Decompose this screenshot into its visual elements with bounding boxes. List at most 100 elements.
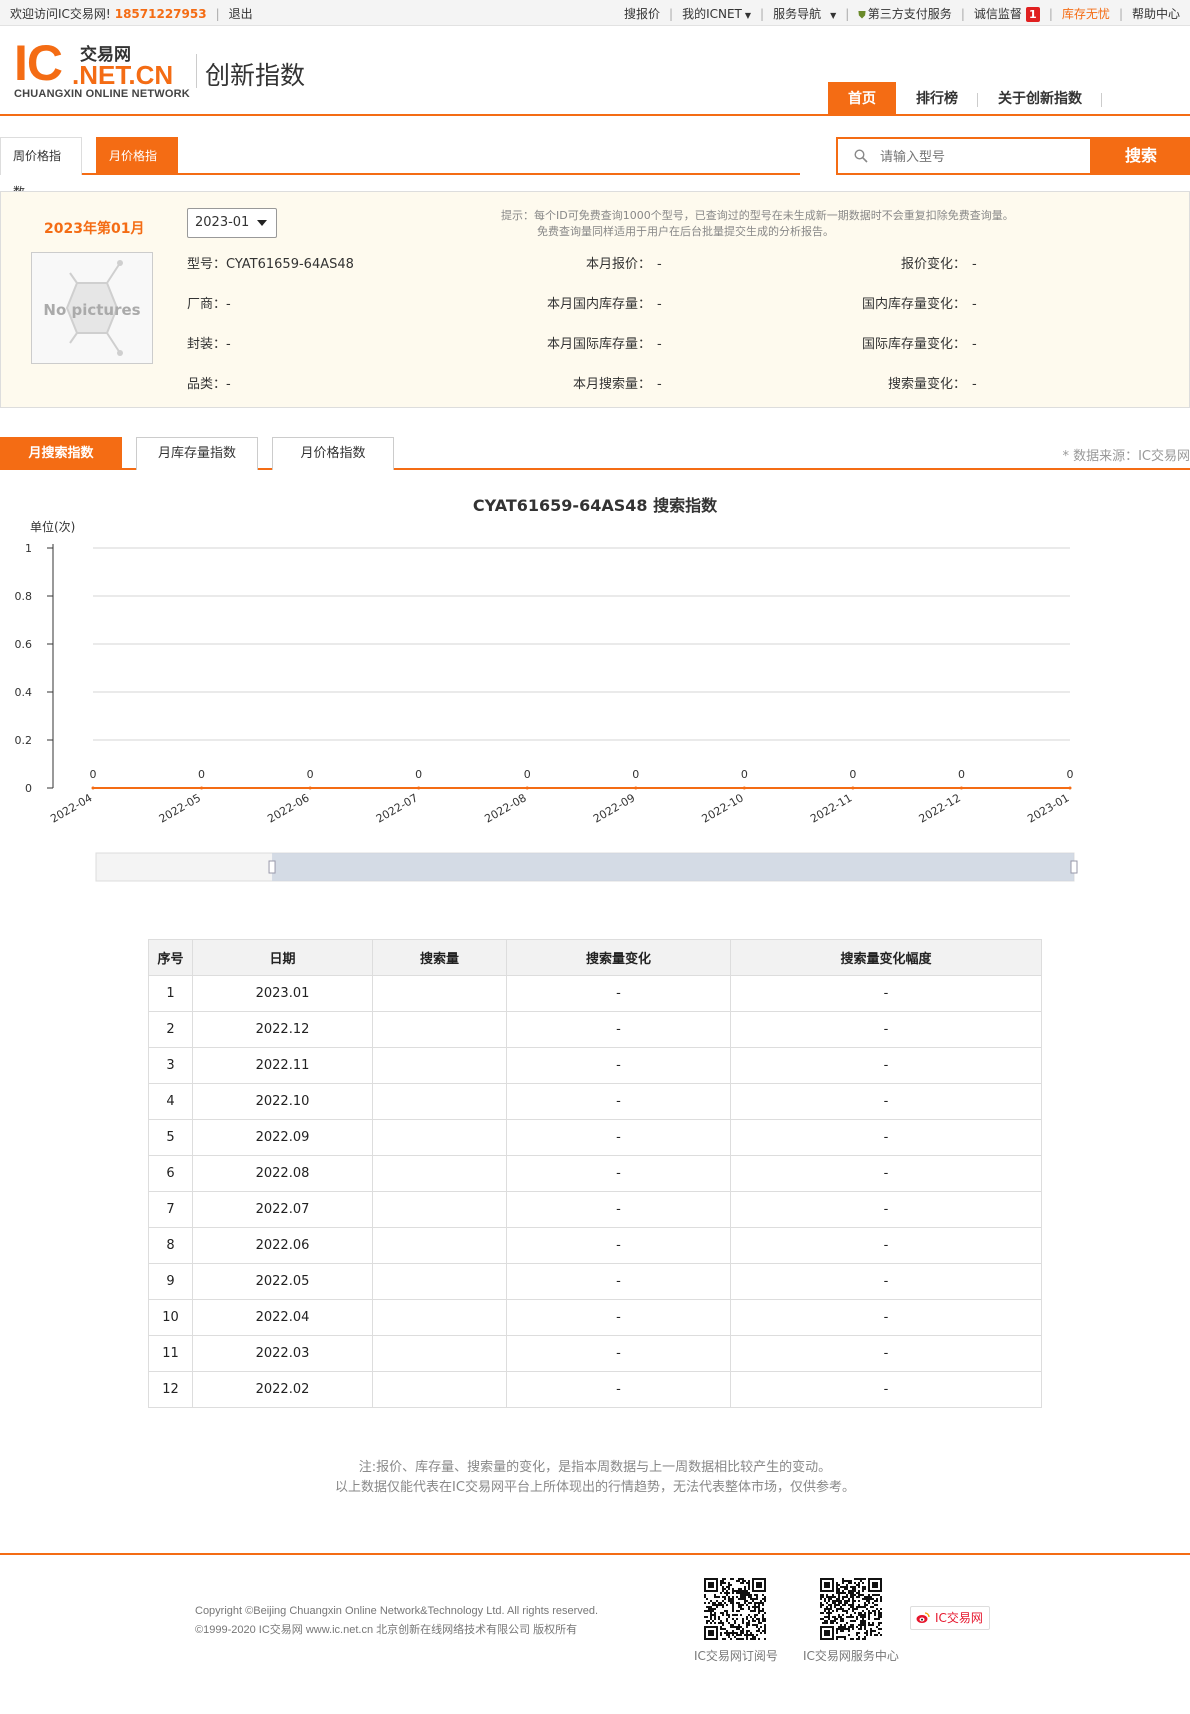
tab-monthly-stock-index[interactable]: 月库存量指数: [136, 437, 258, 470]
tab-monthly-price[interactable]: 月价格指数: [96, 137, 178, 199]
cell-date: 2022.02: [192, 1371, 373, 1408]
cell-change-rate: -: [730, 1191, 1042, 1228]
shield-icon: ⛊: [858, 10, 866, 21]
y-tick-label: 0.2: [15, 734, 33, 747]
note-line-1: 注:报价、库存量、搜索量的变化，是指本周数据与上一周数据相比较产生的变动。: [358, 1460, 832, 1475]
my-icnet-label: 我的ICNET: [682, 7, 742, 21]
help-center-link[interactable]: 帮助中心: [1132, 5, 1180, 22]
cell-volume: [372, 1335, 507, 1372]
cell-change: -: [506, 1155, 731, 1192]
dropdown-arrow-icon: [257, 220, 267, 226]
field-intl-stock: 本月国际库存量： -: [461, 333, 662, 352]
x-tick-label: 2022-11: [808, 791, 854, 825]
table-row: 3 2022.11 - -: [148, 1047, 1042, 1084]
data-point: [308, 786, 312, 790]
table-row: 11 2022.03 - -: [148, 1335, 1042, 1372]
footer: Copyright ©Beijing Chuangxin Online Netw…: [0, 1553, 1190, 1714]
month-select[interactable]: 2023-01: [187, 208, 277, 238]
x-tick-label: 2022-12: [917, 791, 963, 825]
cell-volume: [372, 1299, 507, 1336]
category-label: 品类：: [187, 377, 227, 392]
cell-volume: [372, 1011, 507, 1048]
search-bar: 搜索: [836, 137, 1190, 175]
search-price-link[interactable]: 搜报价: [624, 5, 660, 22]
integrity-badge: 1: [1025, 7, 1040, 22]
nav-ranking[interactable]: 排行榜: [896, 82, 978, 116]
table-row: 8 2022.06 - -: [148, 1227, 1042, 1264]
data-label: 0: [90, 768, 97, 781]
cell-index: 11: [148, 1335, 193, 1372]
cell-date: 2022.12: [192, 1011, 373, 1048]
site-logo[interactable]: IC 交易网 .NET.CN CHUANGXIN ONLINE NETWORK: [14, 38, 194, 100]
table-row: 2 2022.12 - -: [148, 1011, 1042, 1048]
search-button[interactable]: 搜索: [1092, 137, 1190, 175]
separator: |: [760, 6, 765, 21]
hint-line-1: 提示：每个ID可免费查询1000个型号，已查询过的型号在未生成新一期数据时不会重…: [501, 209, 1014, 222]
cell-change: -: [506, 1191, 731, 1228]
domestic-stock-value: -: [657, 297, 662, 312]
integrity-link[interactable]: 诚信监督 1: [974, 5, 1040, 22]
tab-weekly-price[interactable]: 周价格指数: [0, 137, 82, 199]
col-date-header: 日期: [192, 939, 373, 976]
x-tick-label: 2023-01: [1025, 791, 1071, 825]
third-party-pay-link[interactable]: ⛊ 第三方支付服务: [858, 5, 952, 22]
query-hint: 提示：每个ID可免费查询1000个型号，已查询过的型号在未生成新一期数据时不会重…: [501, 208, 1101, 240]
cell-date: 2023.01: [192, 975, 373, 1012]
page-title: 创新指数: [205, 61, 306, 90]
month-select-value: 2023-01: [195, 215, 250, 230]
cell-volume: [372, 1191, 507, 1228]
nav-home[interactable]: 首页: [828, 82, 896, 116]
logout-link[interactable]: 退出: [229, 5, 253, 22]
data-point: [851, 786, 855, 790]
cell-change: -: [506, 1371, 731, 1408]
cell-change: -: [506, 1299, 731, 1336]
price-change-label: 报价变化：: [900, 257, 966, 272]
intl-change-label: 国际库存量变化：: [861, 337, 966, 352]
price-label: 本月报价：: [585, 257, 651, 272]
cell-volume: [372, 1083, 507, 1120]
table-row: 6 2022.08 - -: [148, 1155, 1042, 1192]
phone-number[interactable]: 18571227953: [115, 7, 207, 21]
period-label: 2023年第01月: [44, 221, 145, 237]
separator: |: [215, 6, 220, 21]
tab-monthly-search-index[interactable]: 月搜索指数: [0, 437, 122, 470]
category-value: -: [226, 377, 231, 392]
domestic-stock-label: 本月国内库存量：: [546, 297, 651, 312]
cell-date: 2022.06: [192, 1227, 373, 1264]
copyright-line-2: ©1999-2020 IC交易网 www.ic.net.cn 北京创新在线网络技…: [195, 1624, 578, 1636]
search-input[interactable]: [880, 147, 1080, 167]
model-label: 型号：: [187, 257, 227, 272]
cell-index: 5: [148, 1119, 193, 1156]
separator: |: [960, 6, 965, 21]
copyright-line-1: Copyright ©Beijing Chuangxin Online Netw…: [195, 1605, 599, 1617]
search-change-label: 搜索量变化：: [887, 377, 966, 392]
service-nav-link[interactable]: 服务导航 ▼: [773, 5, 836, 22]
cell-date: 2022.07: [192, 1191, 373, 1228]
chart-tabs: 月搜索指数 月库存量指数 月价格指数 * 数据来源：IC交易网: [0, 437, 1190, 470]
qr-code-service: [820, 1578, 882, 1640]
weibo-icon: [916, 1612, 930, 1623]
data-point: [1068, 786, 1072, 790]
price-value: -: [657, 257, 662, 272]
field-model: 型号：CYAT61659-64AS48: [187, 253, 354, 272]
qr-label-subscription: IC交易网订阅号: [694, 1649, 778, 1663]
header: IC 交易网 .NET.CN CHUANGXIN ONLINE NETWORK …: [0, 26, 1190, 116]
cell-index: 12: [148, 1371, 193, 1408]
tab-monthly-price-index[interactable]: 月价格指数: [272, 437, 394, 470]
stock-worry-free-link[interactable]: 库存无忧: [1062, 5, 1110, 22]
integrity-label: 诚信监督: [973, 7, 1022, 21]
cell-change-rate: -: [730, 1083, 1042, 1120]
data-label: 0: [1067, 768, 1074, 781]
data-point: [742, 786, 746, 790]
search-change-value: -: [972, 377, 977, 392]
nav-about[interactable]: 关于创新指数: [978, 82, 1102, 116]
disclaimer-notes: 注:报价、库存量、搜索量的变化，是指本周数据与上一周数据相比较产生的变动。 以上…: [0, 1458, 1190, 1498]
cell-date: 2022.05: [192, 1263, 373, 1300]
table-row: 10 2022.04 - -: [148, 1299, 1042, 1336]
data-label: 0: [524, 768, 531, 781]
x-tick-label: 2022-09: [591, 791, 637, 825]
cell-change-rate: -: [730, 1227, 1042, 1264]
weibo-link[interactable]: IC交易网: [910, 1606, 990, 1630]
data-point: [91, 786, 95, 790]
my-icnet-link[interactable]: 我的ICNET ▼: [682, 5, 751, 22]
